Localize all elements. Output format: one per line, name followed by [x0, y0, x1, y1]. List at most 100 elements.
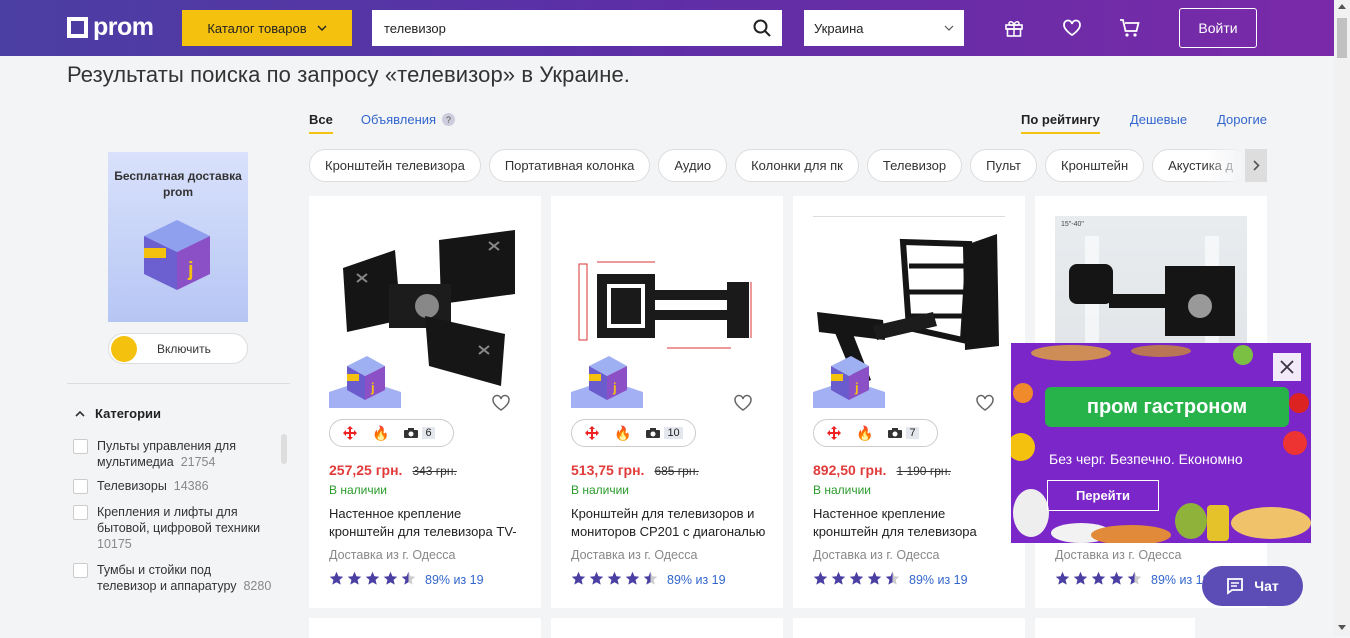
gift-icon[interactable] — [1003, 17, 1025, 39]
tab-ads[interactable]: Объявления ? — [361, 112, 456, 134]
current-price: 257,25 грн. — [329, 462, 403, 478]
close-icon — [1280, 360, 1294, 374]
help-icon[interactable]: ? — [442, 113, 456, 126]
go-button[interactable]: Перейти — [1047, 480, 1159, 511]
chip[interactable]: Кронштейн телевизора — [309, 149, 481, 182]
product-features: 🔥 10 — [571, 419, 696, 447]
current-price: 513,75 грн. — [571, 462, 645, 478]
scroll-thumb[interactable] — [1337, 18, 1347, 58]
scroll-down-icon[interactable] — [1338, 625, 1346, 630]
product-card-partial[interactable] — [309, 618, 541, 638]
svg-text:j: j — [612, 380, 617, 395]
product-card[interactable]: j 🔥 6 257,25 грн. 343 грн. В наличии Наст… — [309, 196, 541, 608]
product-card[interactable]: j 🔥 10 513,75 грн. 685 грн. В наличии Кро… — [551, 196, 783, 608]
product-card-partial[interactable] — [1035, 618, 1195, 638]
logo-text: prom — [93, 13, 154, 41]
star-icon — [365, 571, 380, 589]
categories-header[interactable]: Категории — [75, 406, 161, 421]
product-rating[interactable]: 89% из 19 — [813, 571, 968, 589]
category-item[interactable]: Телевизоры 14386 — [73, 478, 273, 494]
delivery-arrows-icon — [827, 426, 841, 440]
close-button[interactable] — [1273, 353, 1301, 381]
chip[interactable]: Кронштейн — [1045, 149, 1145, 182]
old-price: 343 грн. — [412, 464, 457, 478]
product-price: 513,75 грн. 685 грн. — [571, 462, 699, 478]
sort-rating[interactable]: По рейтингу — [1021, 112, 1100, 134]
category-item[interactable]: Крепления и лифты для бытовой, цифровой … — [73, 504, 273, 552]
product-features: 🔥 6 — [329, 419, 454, 447]
region-value: Украина — [814, 20, 864, 36]
product-name[interactable]: Настенное крепление кронштейн для телеви… — [329, 505, 524, 541]
category-checkbox[interactable] — [73, 563, 88, 578]
camera-icon — [404, 428, 419, 438]
favorite-heart-icon[interactable] — [491, 394, 511, 412]
chip[interactable]: Телевизор — [866, 149, 963, 182]
page-scrollbar[interactable] — [1334, 0, 1350, 636]
heart-icon[interactable] — [1061, 17, 1083, 39]
sort-cheap[interactable]: Дешевые — [1130, 112, 1187, 134]
product-price: 257,25 грн. 343 грн. — [329, 462, 457, 478]
photos-number: 10 — [664, 427, 683, 439]
star-icon — [347, 571, 362, 589]
product-name[interactable]: Настенное крепление кронштейн для телеви… — [813, 505, 1008, 541]
chip[interactable]: Пульт — [970, 149, 1037, 182]
product-rating[interactable]: 89% из 19 — [329, 571, 484, 589]
category-checkbox[interactable] — [73, 505, 88, 520]
product-rating[interactable]: 89% из 19 — [571, 571, 726, 589]
chip[interactable]: Аудио — [658, 149, 728, 182]
chip[interactable]: Колонки для пк — [735, 149, 859, 182]
chat-button[interactable]: Чат — [1202, 566, 1303, 606]
region-select[interactable]: Украина — [804, 10, 964, 46]
category-count: 14386 — [173, 479, 209, 493]
category-item[interactable]: Пульты управления для мультимедиа 21754 — [73, 438, 273, 470]
result-tabs: Все Объявления ? — [309, 112, 456, 134]
product-rating[interactable]: 89% из 19 — [1055, 571, 1210, 589]
old-price: 1 190 грн. — [896, 464, 951, 478]
half-star-icon — [1127, 571, 1142, 589]
enable-toggle[interactable]: Включить — [108, 333, 248, 364]
product-name[interactable]: Кронштейн для телевизоров и мониторов CP… — [571, 505, 766, 541]
category-checkbox[interactable] — [73, 479, 88, 494]
sort-expensive[interactable]: Дорогие — [1217, 112, 1267, 134]
star-icon — [1055, 571, 1070, 589]
scroll-up-icon[interactable] — [1338, 4, 1346, 9]
delivery-info: Доставка из г. Одесса — [1055, 548, 1182, 562]
product-card-partial[interactable] — [793, 618, 1025, 638]
category-text: Пульты управления для мультимедиа 21754 — [97, 438, 273, 470]
star-icon — [571, 571, 586, 589]
catalog-button[interactable]: Каталог товаров — [182, 10, 352, 46]
logo-square-icon — [67, 17, 88, 38]
free-delivery-promo[interactable]: Бесплатная доставка prom j — [108, 152, 248, 322]
prom-logo[interactable]: prom — [67, 13, 154, 42]
category-count: 8280 — [243, 579, 272, 593]
search-input[interactable] — [372, 10, 742, 46]
sort-options: По рейтингу Дешевые Дорогие — [1021, 112, 1267, 134]
promo-popup[interactable]: пром гастроном Без черг. Безпечно. Еконо… — [1011, 343, 1311, 543]
half-star-icon — [401, 571, 416, 589]
product-card[interactable]: j 🔥 7 892,50 грн. 1 190 грн. В наличии На… — [793, 196, 1025, 608]
tab-all[interactable]: Все — [309, 112, 333, 134]
login-button[interactable]: Войти — [1179, 8, 1257, 48]
cart-icon[interactable] — [1119, 17, 1141, 39]
category-checkbox[interactable] — [73, 439, 88, 454]
star-icon — [831, 571, 846, 589]
star-icon — [1109, 571, 1124, 589]
current-price: 892,50 грн. — [813, 462, 887, 478]
favorite-heart-icon[interactable] — [733, 394, 753, 412]
categories-scrollbar[interactable] — [281, 434, 287, 464]
star-icon — [589, 571, 604, 589]
category-count: 10175 — [97, 537, 132, 551]
half-star-icon — [885, 571, 900, 589]
chip[interactable]: Портативная колонка — [488, 149, 651, 182]
svg-text:j: j — [187, 259, 194, 281]
sidebar-divider — [67, 383, 290, 384]
favorite-heart-icon[interactable] — [975, 394, 995, 412]
rating-text: 89% из 19 — [667, 573, 726, 587]
product-card-partial[interactable] — [551, 618, 783, 638]
availability: В наличии — [571, 483, 630, 497]
chips-next-button[interactable] — [1245, 149, 1267, 182]
category-item[interactable]: Тумбы и стойки под телевизор и аппаратур… — [73, 562, 273, 594]
hot-icon: 🔥 — [856, 424, 874, 441]
star-icon — [607, 571, 622, 589]
search-button[interactable] — [742, 10, 782, 46]
